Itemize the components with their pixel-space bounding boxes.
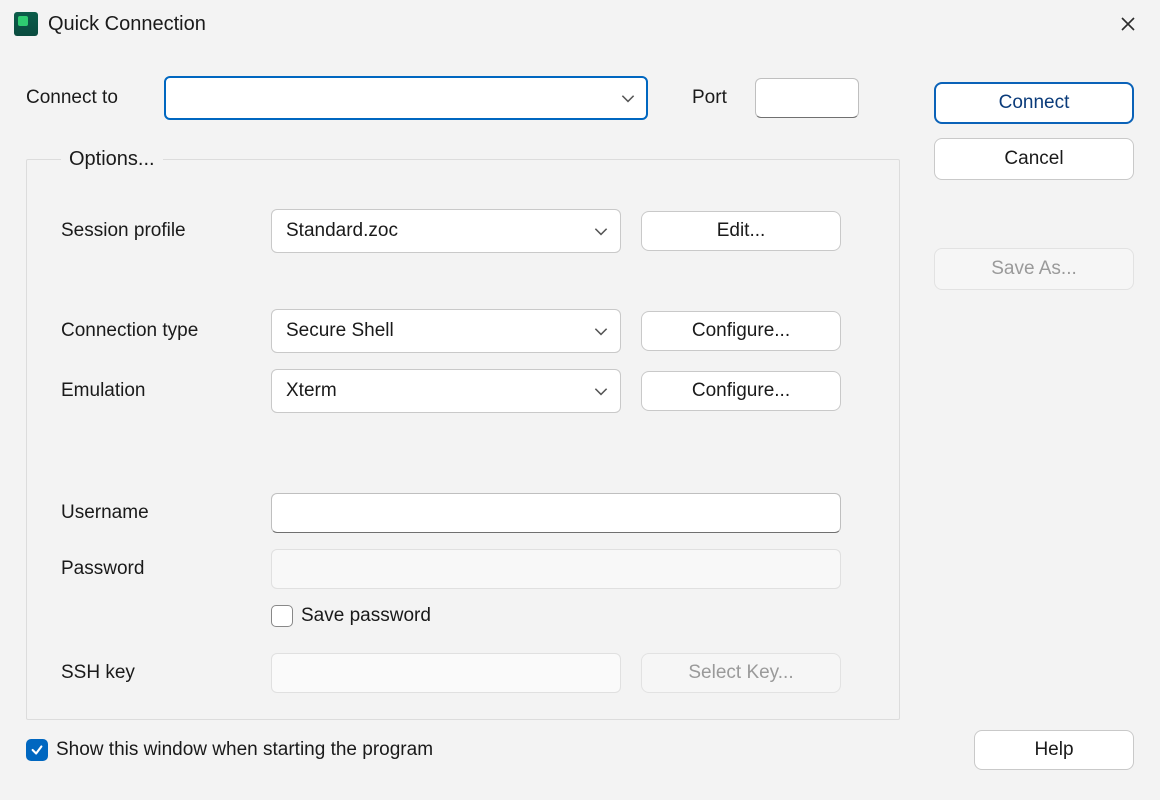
connection-type-combo[interactable]: Secure Shell	[271, 309, 621, 353]
edit-button[interactable]: Edit...	[641, 211, 841, 251]
sshkey-input	[271, 653, 621, 693]
chevron-down-icon	[592, 322, 610, 340]
save-as-button[interactable]: Save As...	[934, 248, 1134, 290]
connection-type-value: Secure Shell	[286, 320, 394, 342]
show-on-start-label: Show this window when starting the progr…	[56, 739, 433, 761]
save-password-checkbox[interactable]	[271, 605, 293, 627]
cancel-button[interactable]: Cancel	[934, 138, 1134, 180]
check-icon	[30, 743, 44, 757]
password-input[interactable]	[271, 549, 841, 589]
app-icon	[14, 12, 38, 36]
emulation-combo[interactable]: Xterm	[271, 369, 621, 413]
configure-emulation-button[interactable]: Configure...	[641, 371, 841, 411]
close-icon	[1120, 16, 1136, 32]
client-area: Connect to Port Options... Session profi…	[0, 48, 1160, 800]
session-profile-combo[interactable]: Standard.zoc	[271, 209, 621, 253]
port-input[interactable]	[755, 78, 859, 118]
options-legend: Options...	[61, 148, 163, 171]
side-column: Connect Cancel Save As...	[934, 76, 1134, 720]
connect-button[interactable]: Connect	[934, 82, 1134, 124]
main-column: Connect to Port Options... Session profi…	[26, 76, 900, 720]
session-profile-value: Standard.zoc	[286, 220, 398, 242]
quick-connection-dialog: Quick Connection Connect to Port	[0, 0, 1160, 800]
connect-to-combo[interactable]	[164, 76, 648, 120]
port-label: Port	[692, 87, 727, 109]
chevron-down-icon	[592, 222, 610, 240]
sshkey-label: SSH key	[61, 662, 251, 684]
show-on-start-checkbox[interactable]	[26, 739, 48, 761]
configure-connection-button[interactable]: Configure...	[641, 311, 841, 351]
emulation-value: Xterm	[286, 380, 337, 402]
chevron-down-icon	[592, 382, 610, 400]
content-columns: Connect to Port Options... Session profi…	[26, 76, 1134, 720]
show-on-start-row[interactable]: Show this window when starting the progr…	[26, 739, 433, 761]
chevron-down-icon	[619, 89, 637, 107]
connect-row: Connect to Port	[26, 76, 900, 120]
window-title: Quick Connection	[48, 13, 206, 36]
session-profile-label: Session profile	[61, 220, 251, 242]
save-password-label: Save password	[301, 605, 431, 627]
options-group: Options... Session profile Standard.zoc …	[26, 148, 900, 720]
help-button[interactable]: Help	[974, 730, 1134, 770]
bottom-bar: Show this window when starting the progr…	[26, 730, 1134, 770]
username-input[interactable]	[271, 493, 841, 533]
save-password-checkbox-row[interactable]: Save password	[271, 605, 431, 627]
connect-to-label: Connect to	[26, 87, 164, 109]
password-label: Password	[61, 558, 251, 580]
titlebar: Quick Connection	[0, 0, 1160, 48]
connection-type-label: Connection type	[61, 320, 251, 342]
close-button[interactable]	[1108, 4, 1148, 44]
username-label: Username	[61, 502, 251, 524]
emulation-label: Emulation	[61, 380, 251, 402]
select-key-button[interactable]: Select Key...	[641, 653, 841, 693]
